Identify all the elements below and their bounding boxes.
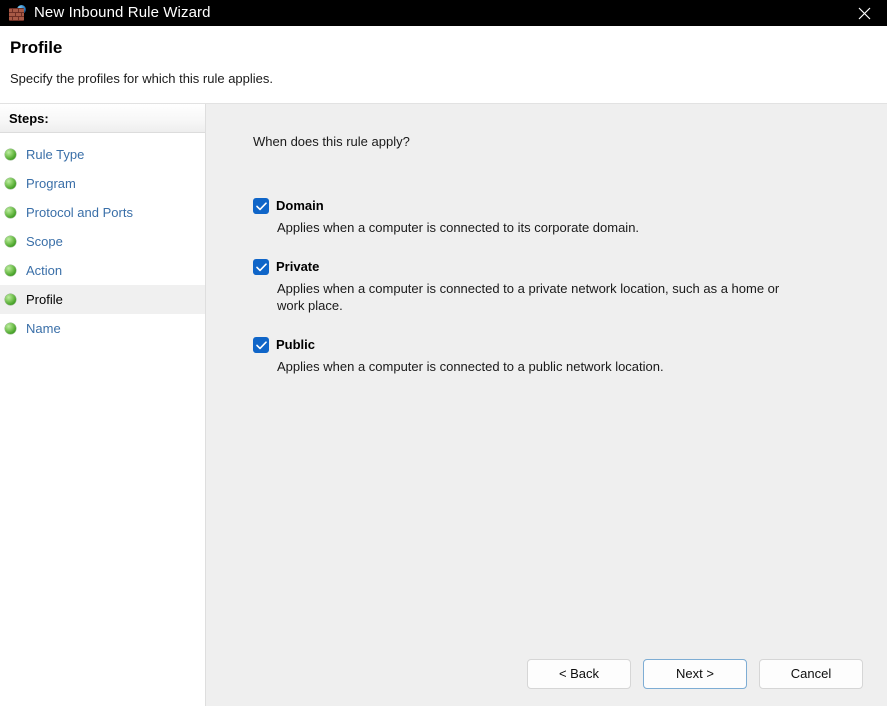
step-bullet-icon [5,236,16,247]
profile-description-public: Applies when a computer is connected to … [277,359,664,374]
profile-description-domain: Applies when a computer is connected to … [277,220,640,235]
step-bullet-icon [5,323,16,334]
profile-row: Domain [253,198,887,214]
profile-option-public: Public Applies when a computer is connec… [253,337,887,375]
profile-row: Private [253,259,887,275]
sidebar-item-label: Name [26,321,61,336]
close-icon[interactable] [841,0,887,26]
profile-label-public: Public [276,337,316,352]
steps-heading: Steps: [0,104,205,133]
profile-row: Public [253,337,887,353]
checkbox-private[interactable] [253,259,269,275]
step-bullet-icon [5,149,16,160]
content-panel: When does this rule apply? Domain Applie… [206,104,887,706]
profile-label-domain: Domain [276,198,324,213]
sidebar-item-label: Action [26,263,63,278]
profile-options-group: Domain Applies when a computer is connec… [253,198,887,375]
step-bullet-icon [5,265,16,276]
steps-sidebar: Steps: Rule Type Program Protocol and Po… [0,104,206,706]
page-header: Profile Specify the profiles for which t… [0,26,887,104]
step-bullet-icon [5,294,16,305]
profile-option-domain: Domain Applies when a computer is connec… [253,198,887,236]
sidebar-item-action[interactable]: Action [0,256,205,285]
profile-option-private: Private Applies when a computer is conne… [253,259,887,314]
sidebar-item-rule-type[interactable]: Rule Type [0,140,205,169]
step-bullet-icon [5,178,16,189]
sidebar-item-profile[interactable]: Profile [0,285,205,314]
next-button[interactable]: Next > [643,659,747,689]
back-button[interactable]: < Back [527,659,631,689]
brick-wall-icon [9,8,24,21]
step-bullet-icon [5,207,16,218]
page-title: Profile [10,38,63,57]
sidebar-item-protocol-and-ports[interactable]: Protocol and Ports [0,198,205,227]
sidebar-item-label: Program [26,176,76,191]
profile-description-private: Applies when a computer is connected to … [277,281,780,313]
sidebar-item-label: Rule Type [26,147,85,162]
sidebar-item-program[interactable]: Program [0,169,205,198]
checkbox-public[interactable] [253,337,269,353]
window-title: New Inbound Rule Wizard [34,4,211,21]
wizard-body: Steps: Rule Type Program Protocol and Po… [0,104,887,706]
question-text: When does this rule apply? [253,134,410,149]
sidebar-item-label: Scope [26,234,63,249]
content-inner: When does this rule apply? Domain Applie… [206,104,887,659]
firewall-brick-globe-icon [9,5,26,21]
sidebar-item-name[interactable]: Name [0,314,205,343]
steps-list: Rule Type Program Protocol and Ports Sco… [0,133,205,343]
checkbox-domain[interactable] [253,198,269,214]
profile-label-private: Private [276,259,320,274]
title-bar: New Inbound Rule Wizard [0,0,887,26]
cancel-button[interactable]: Cancel [759,659,863,689]
page-subtitle: Specify the profiles for which this rule… [10,71,274,86]
sidebar-item-scope[interactable]: Scope [0,227,205,256]
sidebar-item-label: Protocol and Ports [26,205,133,220]
button-bar: < Back Next > Cancel [206,659,887,706]
wizard-window: New Inbound Rule Wizard Profile Specify … [0,0,887,706]
sidebar-item-label: Profile [26,292,63,307]
